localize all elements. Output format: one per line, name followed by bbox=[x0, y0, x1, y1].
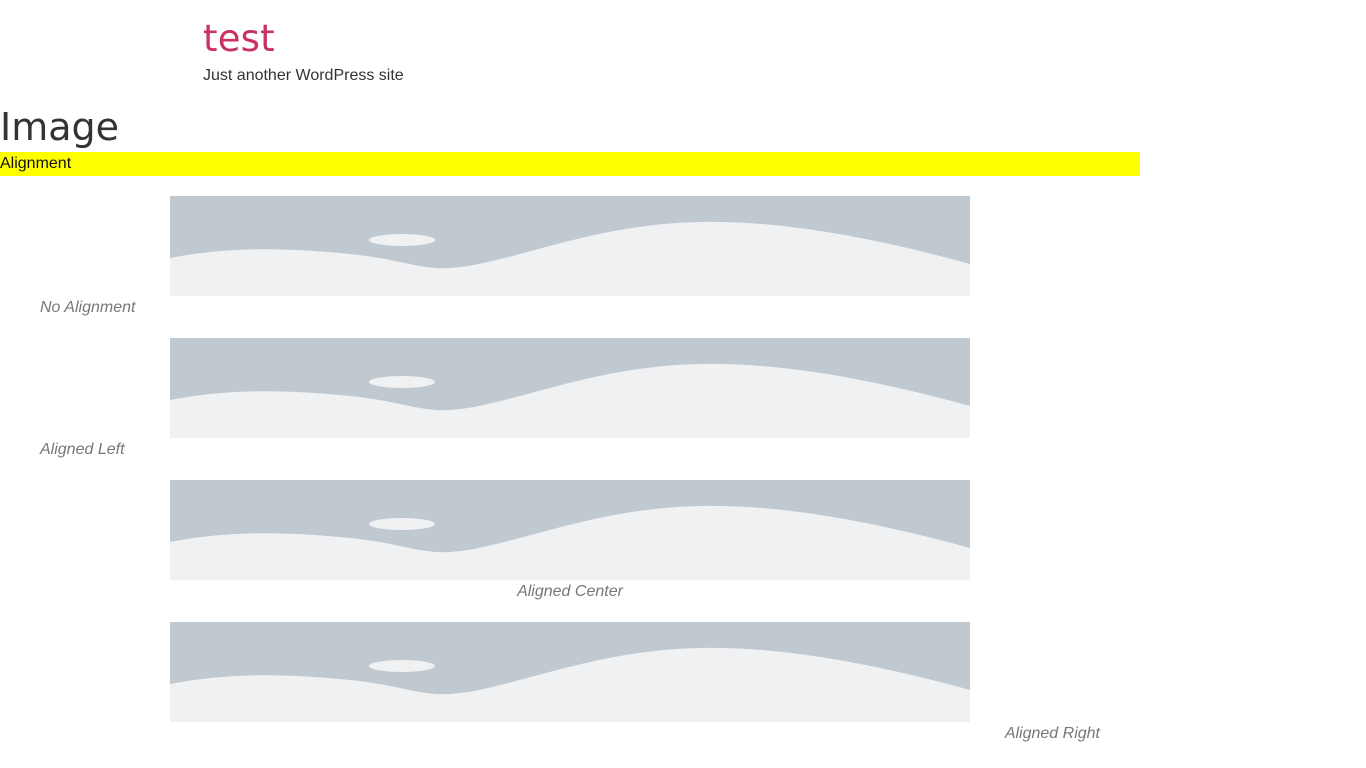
figure-aligned-right: Aligned Right bbox=[0, 622, 1140, 754]
placeholder-image bbox=[170, 480, 970, 580]
landscape-placeholder-icon bbox=[170, 480, 970, 580]
figure-aligned-center: Aligned Center bbox=[0, 480, 1140, 612]
page-title: Image bbox=[0, 105, 120, 149]
site-tagline: Just another WordPress site bbox=[203, 67, 404, 84]
section-heading-alignment: Alignment bbox=[0, 152, 1140, 176]
figure-caption: Aligned Right bbox=[1004, 725, 1100, 742]
figure-caption: No Alignment bbox=[40, 299, 136, 316]
placeholder-image bbox=[170, 196, 970, 296]
figure-aligned-left: Aligned Left bbox=[0, 338, 1140, 470]
landscape-placeholder-icon bbox=[170, 622, 970, 722]
placeholder-image bbox=[170, 338, 970, 438]
figure-caption: Aligned Left bbox=[40, 441, 125, 458]
landscape-placeholder-icon bbox=[170, 196, 970, 296]
placeholder-image bbox=[170, 622, 970, 722]
site-header: test Just another WordPress site bbox=[203, 16, 404, 86]
figure-no-alignment: No Alignment bbox=[0, 196, 1140, 328]
site-title-link[interactable]: test bbox=[203, 16, 404, 62]
landscape-placeholder-icon bbox=[170, 338, 970, 438]
figure-caption: Aligned Center bbox=[517, 583, 623, 600]
